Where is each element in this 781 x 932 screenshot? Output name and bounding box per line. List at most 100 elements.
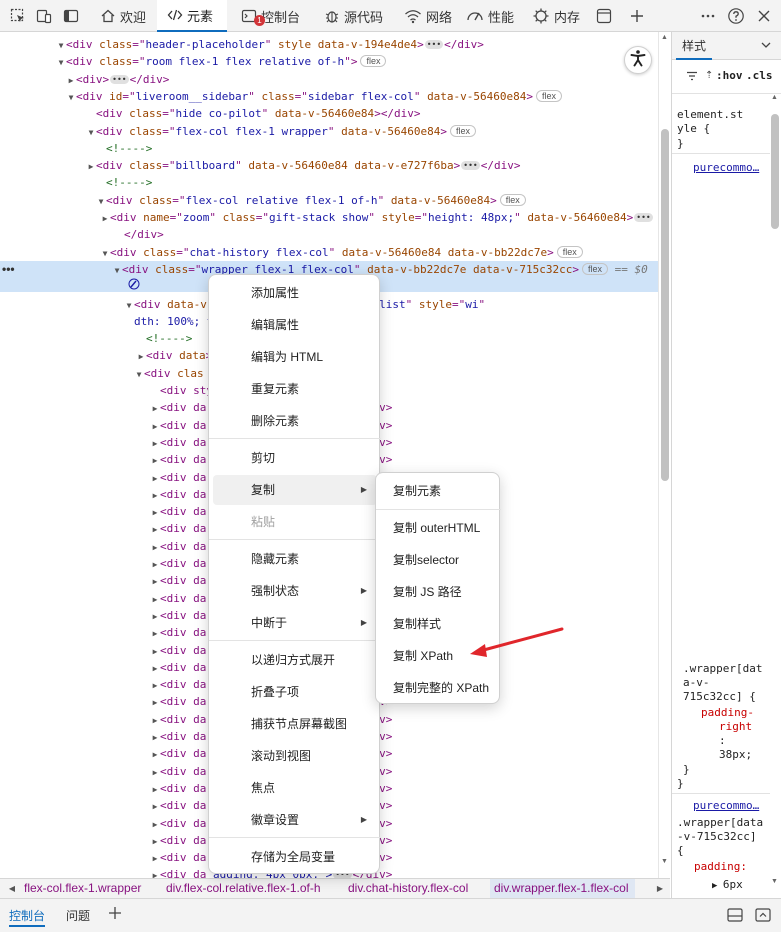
breadcrumb-item-current[interactable]: div.wrapper.flex-1.flex-col [490,879,635,898]
elements-scrollbar[interactable]: ▲ ▼ [658,32,670,878]
expand-triangle-icon[interactable]: ▶ [150,573,160,590]
dom-node[interactable]: ▼ <div id="liveroom__sidebar" class="side… [0,88,658,105]
css-property-name[interactable]: padding: [694,860,747,873]
context-menu-item[interactable]: 复制 ▶ [213,475,377,505]
layout-badge[interactable]: flex [582,262,609,275]
copy-submenu-item[interactable]: 复制元素 [380,476,497,506]
expand-triangle-icon[interactable]: ▶ [150,660,160,677]
scroll-down-icon[interactable]: ▼ [771,878,778,885]
expand-triangle-icon[interactable]: ▶ [66,72,76,89]
help-icon[interactable] [726,6,746,26]
tab-performance[interactable]: 性能 [464,0,524,32]
add-drawer-tab-icon[interactable] [108,906,122,923]
collapse-triangle-icon[interactable]: ▼ [124,297,134,314]
dom-node[interactable]: ▶ <div> ••• </div> [0,71,658,88]
collapse-triangle-icon[interactable]: ▼ [96,193,106,210]
expand-triangle-icon[interactable]: ▶ [150,643,160,660]
context-menu-item[interactable]: 编辑属性 [213,310,377,340]
expand-triangle-icon[interactable]: ▶ [150,867,160,878]
breadcrumb-scroll-left-icon[interactable]: ◀ [4,879,20,898]
context-menu-item[interactable]: 重复元素 [213,374,377,404]
expand-triangle-icon[interactable]: ▶ [86,158,96,175]
scroll-up-icon[interactable]: ▲ [771,94,778,101]
collapse-triangle-icon[interactable]: ▼ [86,124,96,141]
expand-triangle-icon[interactable]: ▶ [150,452,160,469]
edit-node-icon[interactable] [128,278,140,293]
context-menu-item[interactable]: 剪切 [213,443,377,473]
context-menu-item[interactable]: 删除元素 [213,406,377,436]
breadcrumb-item[interactable]: flex-col.flex-1.wrapper [24,879,141,898]
accessibility-button[interactable] [624,46,652,74]
layout-badge[interactable]: flex [499,193,526,206]
dom-node[interactable]: ▶ <div name="zoom" class="gift-stack show… [0,209,658,226]
scroll-down-icon[interactable]: ▼ [661,858,668,865]
expand-triangle-icon[interactable]: ▶ [150,798,160,815]
expand-triangle-icon[interactable]: ▶ [150,625,160,642]
expand-triangle-icon[interactable]: ▶ [150,470,160,487]
tab-welcome[interactable]: 欢迎 [92,0,156,32]
expand-triangle-icon[interactable]: ▶ [136,348,146,365]
layout-badge[interactable]: flex [450,124,477,137]
scrollbar-thumb[interactable] [771,114,779,229]
expand-triangle-icon[interactable]: ▶ [150,504,160,521]
dom-node[interactable]: </div> [0,226,658,243]
collapse-triangle-icon[interactable]: ▼ [134,366,144,383]
expand-ellipsis-icon[interactable]: ••• [424,40,444,49]
css-property-value[interactable]: 38px; [719,748,752,761]
dom-node[interactable]: <div class="hide co-pilot" data-v-56460e… [0,105,658,122]
selected-node-actions-icon[interactable]: ••• [2,261,15,278]
dock-drawer-icon[interactable] [727,908,743,925]
expand-triangle-icon[interactable]: ▶ [150,729,160,746]
tab-network[interactable]: 网络 [400,0,460,32]
context-menu-item[interactable]: 滚动到视图 [213,741,377,771]
add-tab-icon[interactable] [627,6,647,26]
drawer-tab-issues[interactable]: 问题 [66,905,90,927]
styles-scrollbar[interactable]: ▲ ▼ [769,94,781,898]
sidebar-toggle-icon[interactable] [61,6,81,26]
expand-triangle-icon[interactable]: ▶ [150,781,160,798]
context-menu-item[interactable]: 编辑为 HTML [213,342,377,372]
expand-ellipsis-icon[interactable]: ••• [461,161,480,171]
expand-triangle-icon[interactable]: ▶ [150,816,160,833]
expand-triangle-icon[interactable]: ▶ [100,210,110,227]
expand-triangle-icon[interactable]: ▶ [150,833,160,850]
dom-node[interactable]: <!----> [0,140,658,157]
chevron-down-icon[interactable] [760,39,772,54]
collapse-triangle-icon[interactable]: ▼ [66,89,76,106]
context-menu-item[interactable]: 中断于 ▶ [213,608,377,638]
tab-memory[interactable]: 内存 [530,0,586,32]
collapse-triangle-icon[interactable]: ▼ [112,262,122,279]
context-menu-item[interactable]: 徽章设置 ▶ [213,805,377,835]
collapse-triangle-icon[interactable]: ▼ [56,37,66,54]
expand-triangle-icon[interactable]: ▶ [150,591,160,608]
expand-triangle-icon[interactable]: ▶ [150,435,160,452]
dom-node[interactable]: ▼ <div class="flex-col relative flex-1 of… [0,192,658,209]
copy-submenu-item[interactable]: 复制 outerHTML [380,513,497,543]
expand-triangle-icon[interactable]: ▶ [150,764,160,781]
copy-submenu-item[interactable]: 复制 JS 路径 [380,577,497,607]
expand-triangle-icon[interactable]: ▶ [150,521,160,538]
layout-badge[interactable]: flex [556,245,583,258]
expand-triangle-icon[interactable]: ▶ [150,608,160,625]
dom-node[interactable]: ▼ <div class="room flex-1 flex relative o… [0,53,658,70]
tab-styles[interactable]: 样式 [676,32,713,60]
dom-node[interactable]: ▼ <div class="chat-history flex-col" data… [0,244,658,261]
css-property-name[interactable]: padding- [701,706,754,719]
drawer-tab-console[interactable]: 控制台 [9,905,46,927]
context-menu-item[interactable]: 强制状态 ▶ [213,576,377,606]
expand-triangle-icon[interactable]: ▶ [150,677,160,694]
css-property-name[interactable]: right [719,720,752,733]
tab-console[interactable]: 控制台 [233,0,311,32]
context-menu-item[interactable]: 捕获节点屏幕截图 [213,709,377,739]
breadcrumb-scroll-right-icon[interactable]: ▶ [652,879,668,898]
class-toggle[interactable]: .cls [746,69,773,82]
css-property-value-row[interactable]: ▶ 6px [712,878,743,891]
hover-state-toggle[interactable]: :hov [716,69,743,82]
pin-icon[interactable]: ⇡ [705,70,713,81]
expand-drawer-icon[interactable] [755,908,771,925]
scroll-up-icon[interactable]: ▲ [661,34,668,41]
breadcrumb-item[interactable]: div.flex-col.relative.flex-1.of-h [166,879,321,898]
context-menu-item[interactable]: 添加属性 [213,278,377,308]
context-menu-item[interactable]: 以递归方式展开 [213,645,377,675]
dom-node[interactable]: <!----> [0,174,658,191]
